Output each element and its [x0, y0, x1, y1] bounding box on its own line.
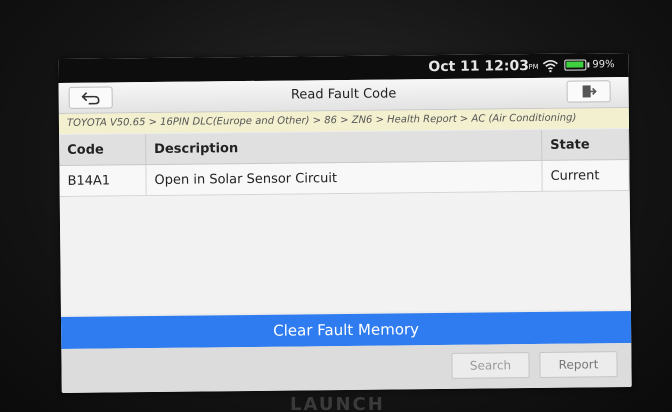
report-button[interactable]: Report: [539, 351, 618, 378]
exit-button[interactable]: [566, 80, 611, 103]
device-screen: Oct 11 12:03 PM 99% Read Fault Code TOYO…: [58, 53, 632, 393]
fault-description-cell: Open in Solar Sensor Circuit: [145, 160, 543, 196]
page-title: Read Fault Code: [290, 86, 397, 103]
column-header-code: Code: [59, 134, 146, 166]
battery-percent: 99%: [592, 59, 615, 71]
status-ampm: PM: [528, 62, 539, 72]
column-header-description: Description: [145, 129, 542, 165]
bottom-toolbar: Search Report: [61, 343, 632, 393]
device-brand-label: LAUNCH: [290, 394, 385, 412]
fault-state-cell: Current: [541, 159, 630, 192]
fault-code-table: Code Description State B14A1 Open in Sol…: [59, 129, 630, 197]
column-header-state: State: [541, 129, 629, 161]
search-button[interactable]: Search: [451, 352, 530, 379]
device-frame: LAUNCH Oct 11 12:03 PM 99% Read Fault Co…: [0, 0, 672, 412]
status-date: Oct 11: [428, 58, 480, 76]
status-time: 12:03: [484, 58, 530, 75]
battery-icon: [564, 59, 587, 71]
battery-level-fill: [566, 61, 584, 68]
table-empty-area: [59, 191, 631, 315]
wifi-icon: [542, 60, 558, 73]
exit-icon: [582, 85, 597, 98]
fault-code-cell: B14A1: [59, 164, 147, 197]
